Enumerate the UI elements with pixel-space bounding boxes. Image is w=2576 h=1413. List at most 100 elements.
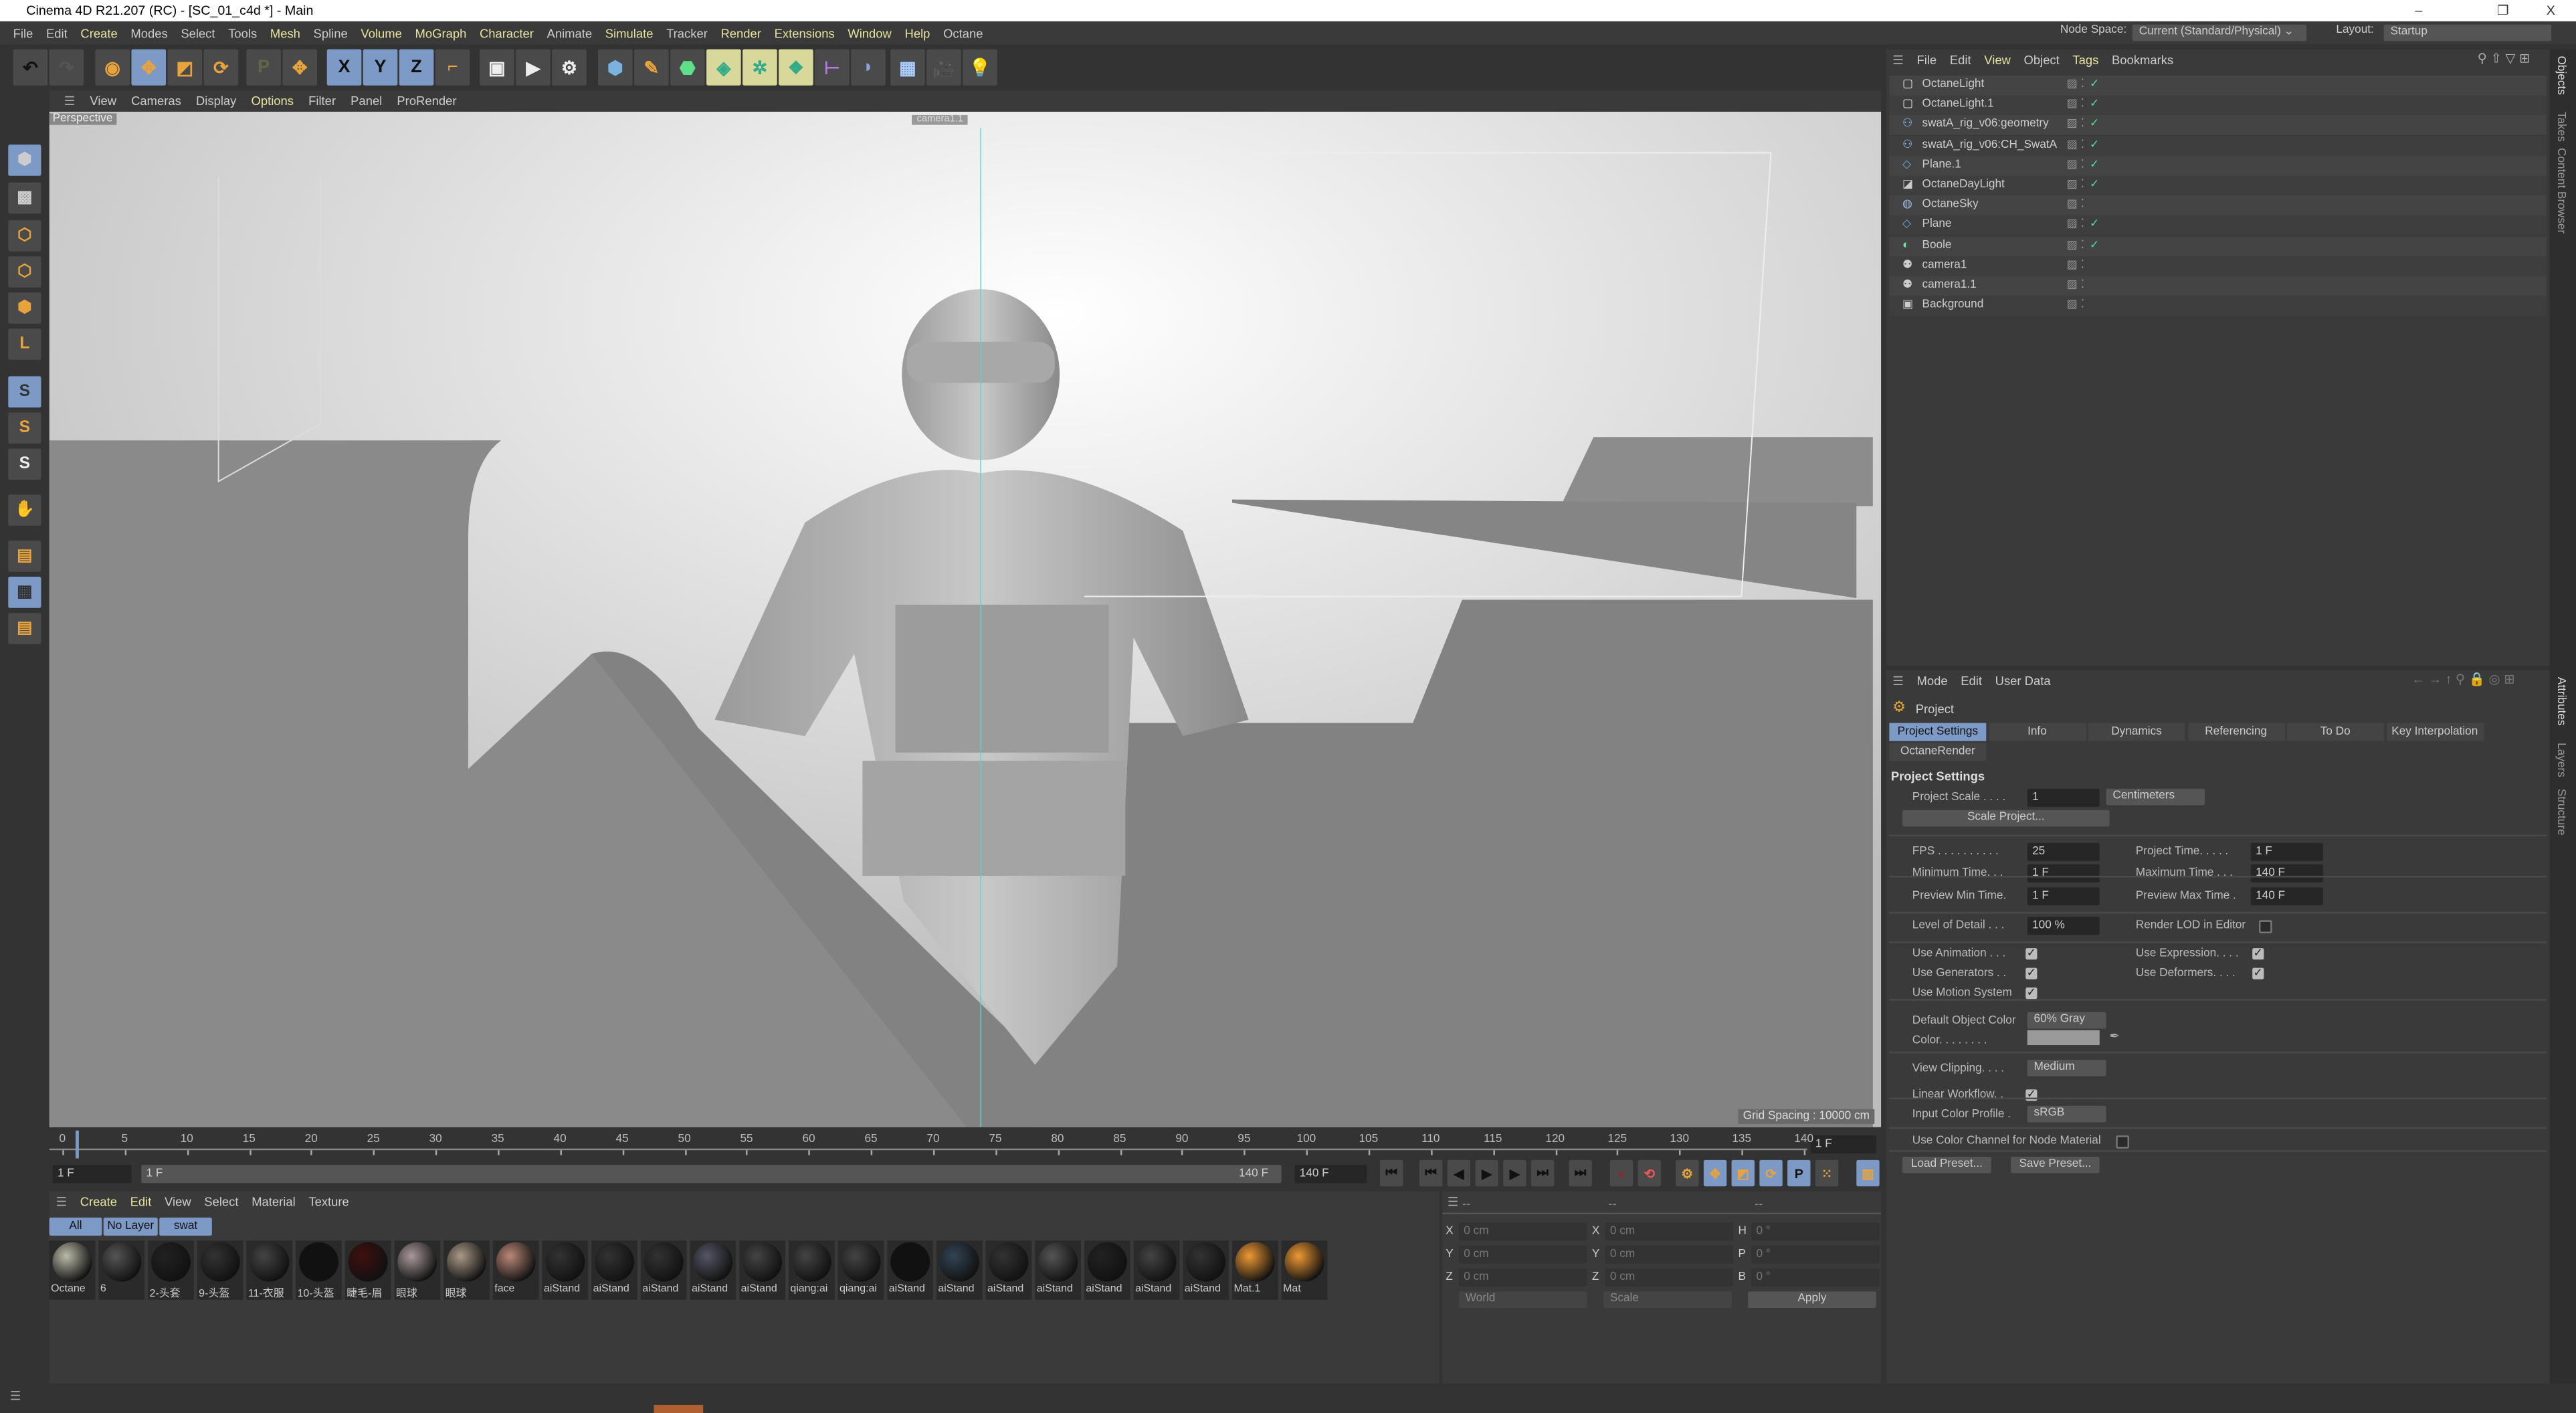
psr-icon[interactable]: P xyxy=(246,49,281,86)
camera-label[interactable]: camera1.1 xyxy=(912,114,969,125)
material-layer-no-layer[interactable]: No Layer xyxy=(103,1217,158,1236)
value-field[interactable]: 1 F xyxy=(2250,842,2323,861)
enabled-check-icon[interactable]: ✓ xyxy=(2090,76,2099,95)
play-icon[interactable]: ▶ xyxy=(1475,1159,1498,1187)
object-row[interactable]: ⚉ camera1.1 ▨ ⁚ xyxy=(1889,276,2547,296)
menu-file[interactable]: File xyxy=(13,25,33,40)
object-name[interactable]: Background xyxy=(1922,296,1984,316)
y-axis-icon[interactable]: Y xyxy=(363,49,398,86)
coordinate-system-icon[interactable]: ⌐ xyxy=(435,49,470,86)
deformer-icon[interactable]: ⊢ xyxy=(815,49,850,86)
material-item[interactable]: aiStand xyxy=(985,1240,1032,1300)
hamburger-icon[interactable]: ☰ xyxy=(1448,1195,1459,1210)
menu-edit[interactable]: Edit xyxy=(46,25,68,40)
restore-button[interactable]: ❐ xyxy=(2497,0,2509,21)
material-item[interactable]: Mat.1 xyxy=(1232,1240,1278,1300)
material-item[interactable]: aiStand xyxy=(1035,1240,1082,1300)
go-to-start-icon[interactable]: ⏮ xyxy=(1380,1159,1403,1187)
menu-render[interactable]: Render xyxy=(720,25,761,40)
object-row[interactable]: ◇ Plane.1 ▨ ⁚ ✓ xyxy=(1889,155,2547,176)
object-menu-edit[interactable]: Edit xyxy=(1950,53,1971,68)
material-item[interactable]: 2-头套 xyxy=(148,1240,194,1300)
visibility-toggle[interactable]: ▨ ⁚ xyxy=(2067,196,2085,215)
render-settings-icon[interactable]: ⚙ xyxy=(552,49,587,86)
generator-icon[interactable]: ◈ xyxy=(706,49,741,86)
mograph-icon[interactable]: ✲ xyxy=(742,49,777,86)
key-position-icon[interactable]: ✥ xyxy=(1703,1159,1727,1187)
lock-workplane-icon[interactable]: ▤ xyxy=(8,613,41,644)
load-preset-button[interactable]: Load Preset... xyxy=(1902,1157,1991,1173)
material-menu-view[interactable]: View xyxy=(165,1195,191,1210)
cube-icon[interactable]: ⬢ xyxy=(597,49,633,86)
polygons-mode-icon[interactable]: ⬢ xyxy=(8,292,41,324)
redo-icon[interactable]: ↷ xyxy=(49,49,84,86)
tab-structure[interactable]: Structure xyxy=(2555,789,2566,836)
rotate-tool-icon[interactable]: ⟳ xyxy=(203,49,239,86)
hamburger-icon[interactable]: ☰ xyxy=(1892,674,1904,688)
close-button[interactable]: X xyxy=(2547,0,2555,21)
key-pla-icon[interactable]: ⁙ xyxy=(1815,1159,1839,1187)
node-space-dropdown[interactable]: Current (Standard/Physical) ⌄ xyxy=(2132,24,2307,41)
coord-field[interactable]: 0 cm xyxy=(1605,1222,1734,1241)
max-frame-field[interactable]: 140 F xyxy=(1294,1165,1367,1184)
tab-referencing[interactable]: Referencing xyxy=(2187,723,2285,741)
visibility-toggle[interactable]: ▨ ⁚ xyxy=(2067,156,2085,175)
menu-simulate[interactable]: Simulate xyxy=(605,25,654,40)
view-clipping-dropdown[interactable]: Medium xyxy=(2027,1060,2106,1076)
menu-character[interactable]: Character xyxy=(480,25,534,40)
object-name[interactable]: OctaneSky xyxy=(1922,196,1979,215)
autokey-icon[interactable]: ⟲ xyxy=(1638,1159,1662,1187)
axis-move-icon[interactable]: ✥ xyxy=(282,49,318,86)
value-field[interactable]: 1 F xyxy=(2027,887,2100,906)
points-mode-icon[interactable]: ⬡ xyxy=(8,220,41,252)
scale-project-button[interactable]: Scale Project... xyxy=(1902,810,2110,827)
enabled-check-icon[interactable]: ✓ xyxy=(2090,96,2099,115)
object-row[interactable]: ⚉ camera1 ▨ ⁚ xyxy=(1889,256,2547,276)
tab-octanerender[interactable]: OctaneRender xyxy=(1889,743,1987,761)
material-menu-edit[interactable]: Edit xyxy=(130,1195,152,1210)
coord-field[interactable]: 0 cm xyxy=(1605,1268,1734,1287)
object-menu-view[interactable]: View xyxy=(1984,53,2011,68)
timeline-ruler[interactable]: 1 F 0 5 10 15 20 25 30 35 40 45 50 55 60 65 70 75 80 85 90… xyxy=(49,1130,1882,1159)
object-row[interactable]: ⚇ swatA_rig_v06:CH_SwatA ▨ ⁚ ✓ xyxy=(1889,135,2547,156)
current-frame-field[interactable]: 1 F xyxy=(1810,1135,1876,1154)
axis-mode-icon[interactable]: L xyxy=(8,328,41,360)
material-item[interactable]: qiang:ai xyxy=(788,1240,835,1300)
z-axis-icon[interactable]: Z xyxy=(399,49,434,86)
coord-field[interactable]: 0 ° xyxy=(1751,1245,1880,1264)
object-row[interactable]: ◍ OctaneSky ▨ ⁚ xyxy=(1889,195,2547,216)
menu-spline[interactable]: Spline xyxy=(314,25,348,40)
object-menu-bookmarks[interactable]: Bookmarks xyxy=(2112,53,2173,68)
enabled-check-icon[interactable]: ✓ xyxy=(2090,156,2099,175)
object-row[interactable]: ▢ OctaneLight ▨ ⁚ ✓ xyxy=(1889,75,2547,96)
value-field[interactable]: 100 % xyxy=(2027,917,2100,935)
material-item[interactable]: qiang:ai xyxy=(837,1240,884,1300)
visibility-toggle[interactable]: ▨ ⁚ xyxy=(2067,296,2085,316)
object-name[interactable]: camera1 xyxy=(1922,256,1967,276)
value-field[interactable]: 1 F xyxy=(2027,864,2100,882)
key-rotation-icon[interactable]: ⟳ xyxy=(1759,1159,1783,1187)
navigation-icons[interactable]: ← → ↑ ⚲ 🔒 ◎ ⊞ xyxy=(2411,672,2514,687)
default-color-dropdown[interactable]: 60% Gray xyxy=(2027,1012,2106,1029)
object-name[interactable]: swatA_rig_v06:CH_SwatA xyxy=(1922,136,2058,155)
menu-octane[interactable]: Octane xyxy=(943,25,983,40)
color-channel-checkbox[interactable] xyxy=(2116,1135,2129,1149)
object-name[interactable]: Plane.1 xyxy=(1922,156,1961,175)
grid-icon[interactable]: ▦ xyxy=(8,577,41,608)
object-menu-object[interactable]: Object xyxy=(2024,53,2060,68)
viewport-menu-panel[interactable]: Panel xyxy=(351,94,382,108)
playhead[interactable] xyxy=(74,1130,78,1159)
viewport-menu-options[interactable]: Options xyxy=(251,94,294,108)
pen-icon[interactable]: ✎ xyxy=(634,49,669,86)
move-tool-icon[interactable]: ✥ xyxy=(131,49,167,86)
menu-select[interactable]: Select xyxy=(181,25,215,40)
attr-menu-user-data[interactable]: User Data xyxy=(1995,674,2051,688)
enabled-check-icon[interactable]: ✓ xyxy=(2090,176,2099,195)
enabled-check-icon[interactable]: ✓ xyxy=(2090,216,2099,236)
object-menu-file[interactable]: File xyxy=(1916,53,1937,68)
material-item[interactable]: aiStand xyxy=(542,1240,589,1300)
use-animation-checkbox[interactable]: ✓ xyxy=(2025,948,2038,960)
use-motion-checkbox[interactable]: ✓ xyxy=(2025,987,2038,1000)
render-lod-checkbox[interactable] xyxy=(2259,920,2272,934)
min-frame-field[interactable]: 1 F xyxy=(52,1165,132,1184)
